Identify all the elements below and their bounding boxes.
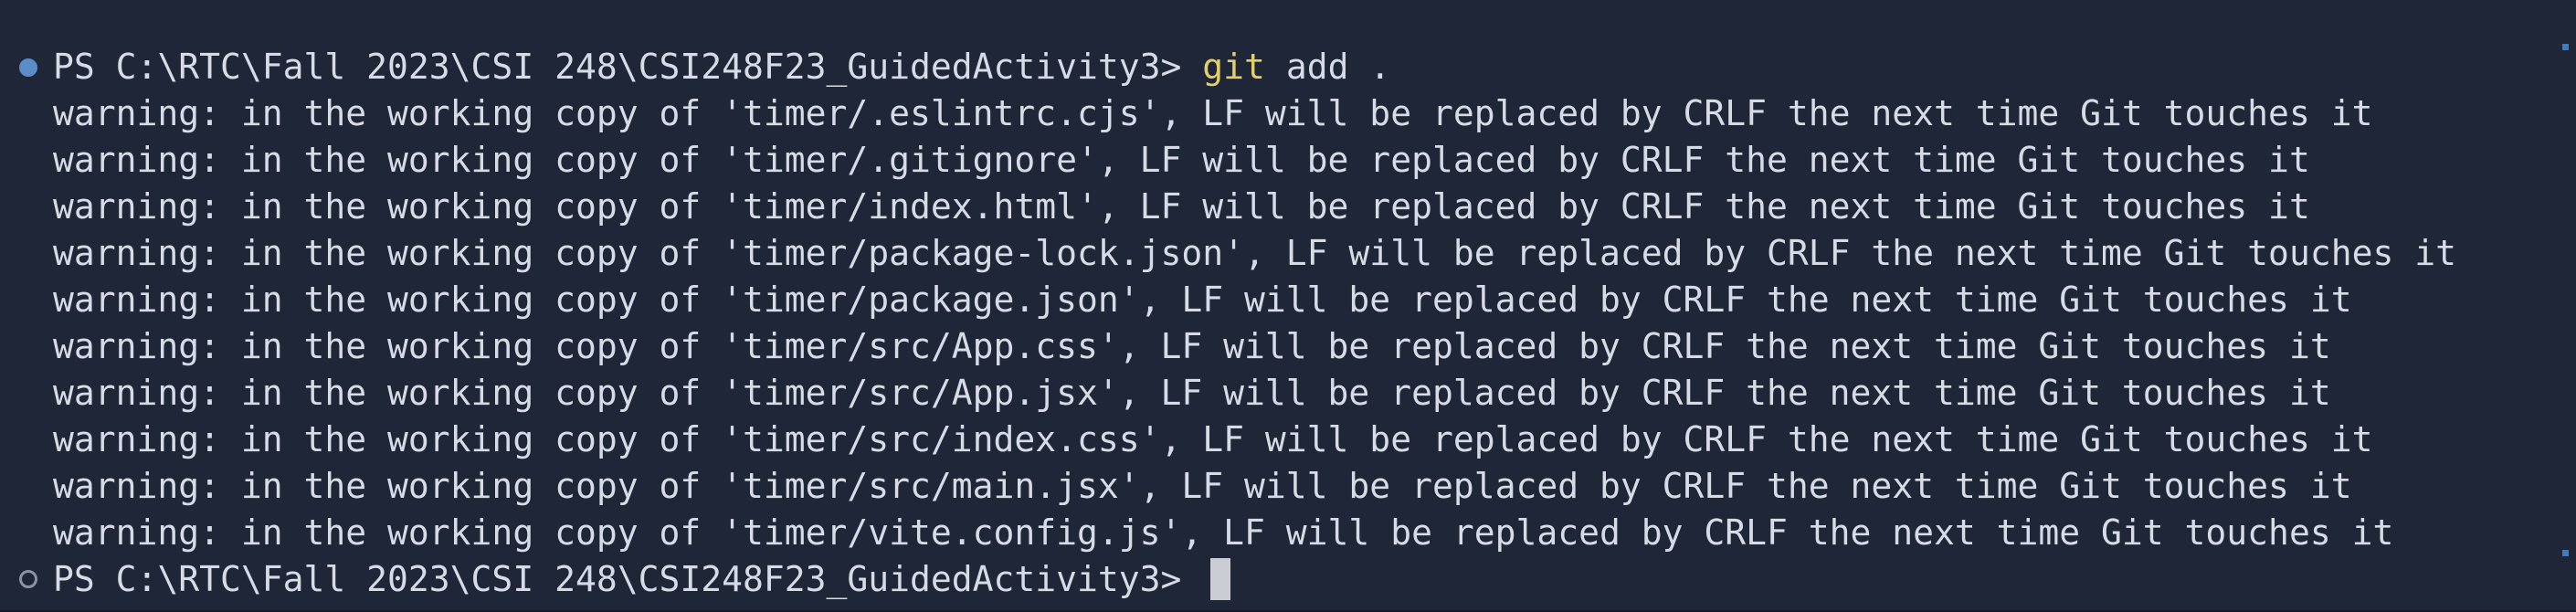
- output-line: warning: in the working copy of 'timer/p…: [53, 233, 2456, 273]
- output-line: warning: in the working copy of 'timer/.…: [53, 93, 2373, 133]
- output-line: warning: in the working copy of 'timer/.…: [53, 140, 2310, 180]
- terminal-scrollbar[interactable]: [2539, 0, 2576, 612]
- prompt-text: PS C:\RTC\Fall 2023\CSI 248\CSI248F23_Gu…: [53, 47, 1203, 87]
- output-line: warning: in the working copy of 'timer/v…: [53, 512, 2394, 553]
- command-args: add .: [1264, 47, 1391, 87]
- command-success-decoration-icon[interactable]: [19, 58, 37, 77]
- terminal-panel[interactable]: PS C:\RTC\Fall 2023\CSI 248\CSI248F23_Gu…: [0, 0, 2576, 612]
- scroll-marker-bottom: [2562, 550, 2569, 556]
- input-prompt-line[interactable]: PS C:\RTC\Fall 2023\CSI 248\CSI248F23_Gu…: [53, 556, 1202, 603]
- output-line: warning: in the working copy of 'timer/p…: [53, 280, 2352, 320]
- command-pending-decoration-icon[interactable]: [19, 570, 37, 588]
- output-line: warning: in the working copy of 'timer/s…: [53, 373, 2331, 413]
- text-cursor: [1210, 558, 1230, 600]
- output-line: warning: in the working copy of 'timer/s…: [53, 466, 2352, 506]
- output-line: warning: in the working copy of 'timer/i…: [53, 186, 2310, 227]
- output-line: warning: in the working copy of 'timer/s…: [53, 419, 2373, 459]
- command-name: git: [1202, 47, 1265, 87]
- output-line: warning: in the working copy of 'timer/s…: [53, 326, 2331, 366]
- prompt-text: PS C:\RTC\Fall 2023\CSI 248\CSI248F23_Gu…: [53, 559, 1203, 599]
- command-line: PS C:\RTC\Fall 2023\CSI 248\CSI248F23_Gu…: [53, 44, 1390, 90]
- scroll-marker-top: [2562, 44, 2569, 50]
